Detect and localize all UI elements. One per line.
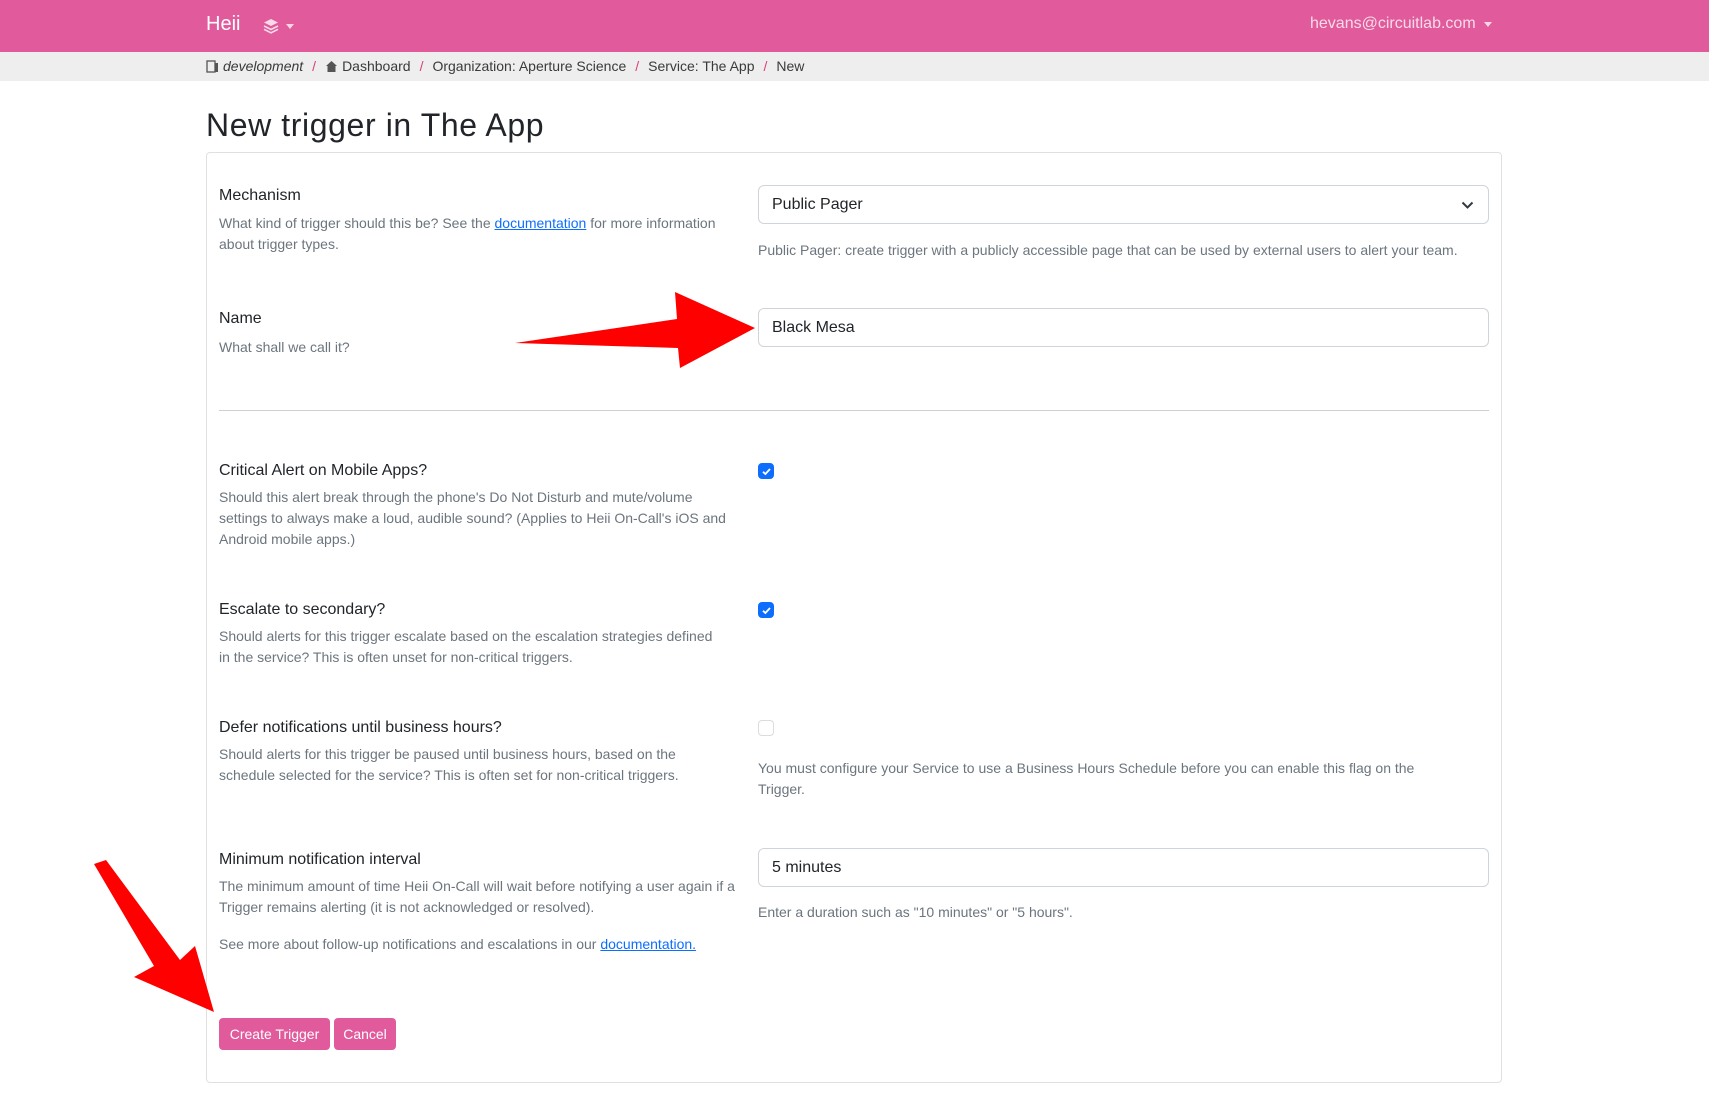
min-interval-input[interactable]: 5 minutes [758,848,1489,887]
documentation-link[interactable]: documentation [495,215,587,231]
escalate-help: Should alerts for this trigger escalate … [219,628,713,665]
breadcrumb-separator: / [635,58,640,74]
escalate-label: Escalate to secondary? [219,601,386,618]
defer-label: Defer notifications until business hours… [219,719,502,736]
defer-note: You must configure your Service to use a… [758,760,1415,797]
breadcrumb-environment[interactable]: development [206,58,303,74]
mechanism-note: Public Pager: create trigger with a publ… [758,242,1458,258]
section-divider [219,410,1489,411]
chevron-down-icon [286,23,294,29]
cancel-button[interactable]: Cancel [334,1018,396,1050]
annotation-arrow-name-field [515,292,755,368]
annotation-arrow-create-button [94,860,214,1012]
page-title: New trigger in The App [206,107,545,143]
breadcrumb-separator: / [419,58,424,74]
critical-alert-label: Critical Alert on Mobile Apps? [219,462,428,479]
breadcrumb-separator: / [763,58,768,74]
user-email: hevans@circuitlab.com [1310,15,1476,32]
breadcrumb-current: New [776,58,805,74]
check-icon [762,468,771,476]
name-input-value: Black Mesa [772,318,855,336]
min-interval-help-docs: See more about follow-up notifications a… [219,936,697,952]
home-icon [326,60,338,72]
name-input[interactable]: Black Mesa [758,308,1489,347]
create-trigger-button[interactable]: Create Trigger [219,1018,330,1050]
min-interval-help: The minimum amount of time Heii On-Call … [219,878,735,915]
critical-alert-checkbox[interactable] [758,463,774,479]
min-interval-label: Minimum notification interval [219,851,421,868]
chevron-down-icon [1483,21,1492,27]
breadcrumb-organization[interactable]: Organization: Aperture Science [432,58,626,74]
name-label: Name [219,310,262,327]
escalate-checkbox[interactable] [758,602,774,618]
min-interval-input-value: 5 minutes [772,858,842,876]
mechanism-help: What kind of trigger should this be? See… [219,215,716,252]
brand-logo[interactable]: Heii [206,13,240,36]
breadcrumb-service[interactable]: Service: The App [648,58,754,74]
layers-menu-toggle[interactable] [262,14,294,38]
check-icon [762,607,771,615]
breadcrumb-dashboard[interactable]: Dashboard [325,58,411,74]
server-icon [206,59,218,73]
breadcrumb: development / Dashboard / Organization: … [206,58,804,74]
followup-documentation-link[interactable]: documentation. [600,936,696,952]
mechanism-select[interactable]: Public Pager [758,185,1489,224]
user-menu[interactable]: hevans@circuitlab.com [1310,15,1492,33]
defer-help: Should alerts for this trigger be paused… [219,746,679,783]
defer-checkbox [758,720,774,736]
layers-icon [263,19,279,34]
mechanism-label: Mechanism [219,187,301,204]
mechanism-select-value: Public Pager [772,195,863,213]
critical-alert-help: Should this alert break through the phon… [219,489,726,547]
chevron-down-icon [1461,201,1474,209]
breadcrumb-bar: development / Dashboard / Organization: … [0,52,1709,81]
breadcrumb-separator: / [312,58,317,74]
min-interval-note: Enter a duration such as "10 minutes" or… [758,904,1073,920]
top-navbar: Heii hevans@circuitlab.com [0,0,1709,52]
